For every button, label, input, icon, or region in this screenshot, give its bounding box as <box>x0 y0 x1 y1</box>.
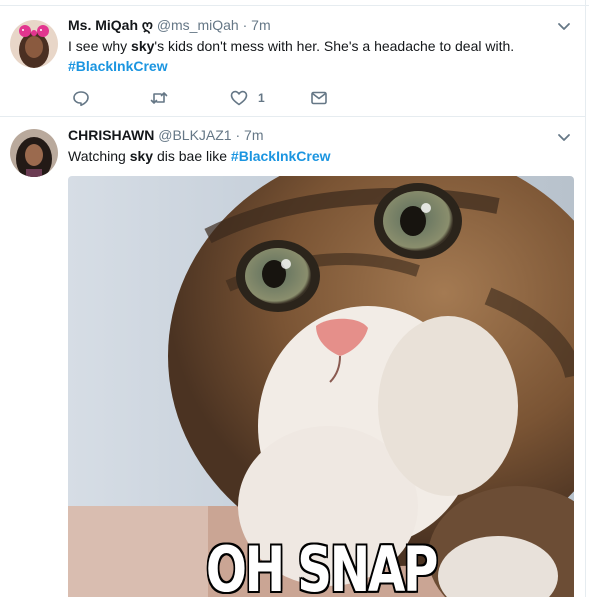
tweet-text: I see why sky's kids don't mess with her… <box>68 37 514 56</box>
tweet-header: CHRISHAWN @BLKJAZ1 · 7m <box>68 126 264 144</box>
avatar-ms-miqah[interactable] <box>10 20 58 68</box>
heart-icon <box>230 90 248 106</box>
separator-dot: · <box>242 17 248 33</box>
tweet-2[interactable]: CHRISHAWN @BLKJAZ1 · 7m Watching sky dis… <box>0 117 585 597</box>
tweet-text: Watching sky dis bae like #BlackInkCrew <box>68 147 331 166</box>
user-handle[interactable]: @BLKJAZ1 <box>158 127 231 143</box>
display-name[interactable]: CHRISHAWN <box>68 127 154 143</box>
name-glyph: ღ <box>141 17 153 33</box>
chevron-down-icon[interactable] <box>556 18 572 34</box>
gif-caption: OH SNAP <box>205 533 439 597</box>
tweet-header: Ms. MiQah ღ @ms_miQah · 7m <box>68 16 271 34</box>
timestamp[interactable]: 7m <box>244 127 263 143</box>
display-name[interactable]: Ms. MiQah <box>68 17 138 33</box>
tweet-1[interactable]: Ms. MiQah ღ @ms_miQah · 7m I see why sky… <box>0 6 585 117</box>
like-count: 1 <box>258 91 265 105</box>
hashtag-link[interactable]: #BlackInkCrew <box>231 148 331 164</box>
retweet-icon <box>150 92 168 104</box>
text-part: 's kids don't mess with her. She's a hea… <box>154 38 515 54</box>
direct-message-button[interactable] <box>310 88 328 108</box>
right-divider <box>585 0 586 597</box>
reply-icon <box>73 91 89 107</box>
direct-message-icon <box>311 91 327 105</box>
media-gif[interactable]: OH SNAP <box>68 176 574 597</box>
separator-dot: · <box>235 127 241 143</box>
text-part: Watching <box>68 148 130 164</box>
highlighted-keyword: sky <box>131 38 155 54</box>
text-part: dis bae like <box>153 148 231 164</box>
text-part: I see why <box>68 38 132 54</box>
timestamp[interactable]: 7m <box>251 17 270 33</box>
hashtag-link[interactable]: #BlackInkCrew <box>68 58 168 74</box>
avatar-chrishawn[interactable] <box>10 129 58 177</box>
chevron-down-icon[interactable] <box>556 129 572 145</box>
like-button[interactable]: 1 <box>230 88 265 108</box>
reply-button[interactable] <box>72 88 90 108</box>
retweet-button[interactable] <box>150 88 168 108</box>
user-handle[interactable]: @ms_miQah <box>157 17 239 33</box>
highlighted-keyword: sky <box>129 148 154 164</box>
